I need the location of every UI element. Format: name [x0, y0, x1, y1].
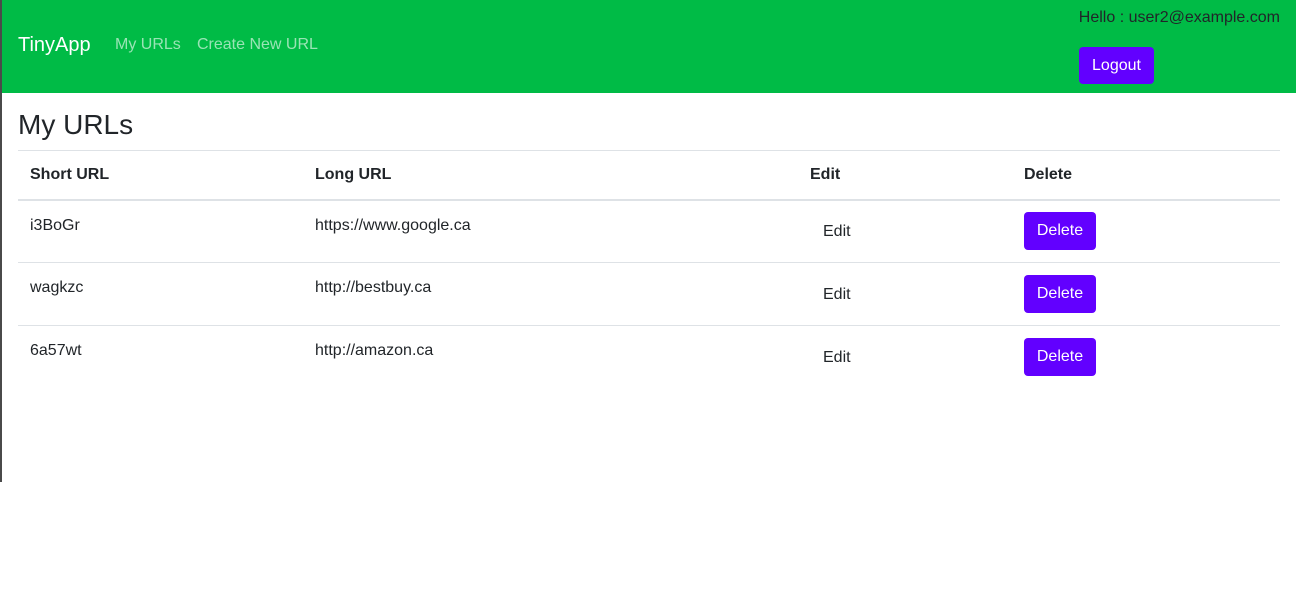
header-edit: Edit — [798, 150, 1012, 201]
short-url-cell: i3BoGr — [18, 199, 303, 263]
edit-cell: Edit — [798, 199, 1012, 263]
long-url-cell: http://bestbuy.ca — [303, 262, 798, 326]
edit-button[interactable]: Edit — [810, 276, 864, 313]
delete-button[interactable]: Delete — [1024, 212, 1096, 251]
header-short-url: Short URL — [18, 150, 303, 201]
delete-button[interactable]: Delete — [1024, 338, 1096, 377]
delete-button[interactable]: Delete — [1024, 275, 1096, 313]
table-row: i3BoGr https://www.google.ca Edit Delete — [18, 199, 1280, 263]
table-header-row: Short URL Long URL Edit Delete — [18, 150, 1280, 201]
urls-table: Short URL Long URL Edit Delete i3BoGr ht… — [18, 150, 1280, 389]
header-delete: Delete — [1012, 150, 1280, 201]
brand-link[interactable]: TinyApp — [18, 34, 91, 57]
user-greeting: Hello : user2@example.com — [1078, 9, 1280, 26]
short-url-cell: 6a57wt — [30, 342, 82, 359]
edit-cell: Edit — [798, 326, 1012, 389]
delete-cell: Delete — [1012, 262, 1280, 326]
logout-button[interactable]: Logout — [1079, 47, 1154, 84]
edit-button[interactable]: Edit — [810, 213, 864, 250]
nav-my-urls-link[interactable]: My URLs — [115, 36, 181, 54]
edit-button[interactable]: Edit — [810, 339, 864, 376]
top-navbar: TinyApp My URLs Create New URL Hello : u… — [2, 0, 1296, 93]
header-long-url: Long URL — [303, 150, 798, 201]
long-url-cell: https://www.google.ca — [303, 199, 798, 263]
page-title: My URLs — [18, 109, 134, 140]
table-row: 6a57wt http://amazon.ca Edit Delete — [18, 326, 1280, 389]
long-url-cell: http://amazon.ca — [315, 342, 434, 359]
delete-cell: Delete — [1012, 326, 1280, 389]
edit-cell: Edit — [798, 262, 1012, 326]
short-url-cell: wagkzc — [18, 262, 303, 326]
nav-create-url-link[interactable]: Create New URL — [197, 36, 318, 54]
table-row: wagkzc http://bestbuy.ca Edit Delete — [18, 262, 1280, 326]
delete-cell: Delete — [1012, 199, 1280, 263]
